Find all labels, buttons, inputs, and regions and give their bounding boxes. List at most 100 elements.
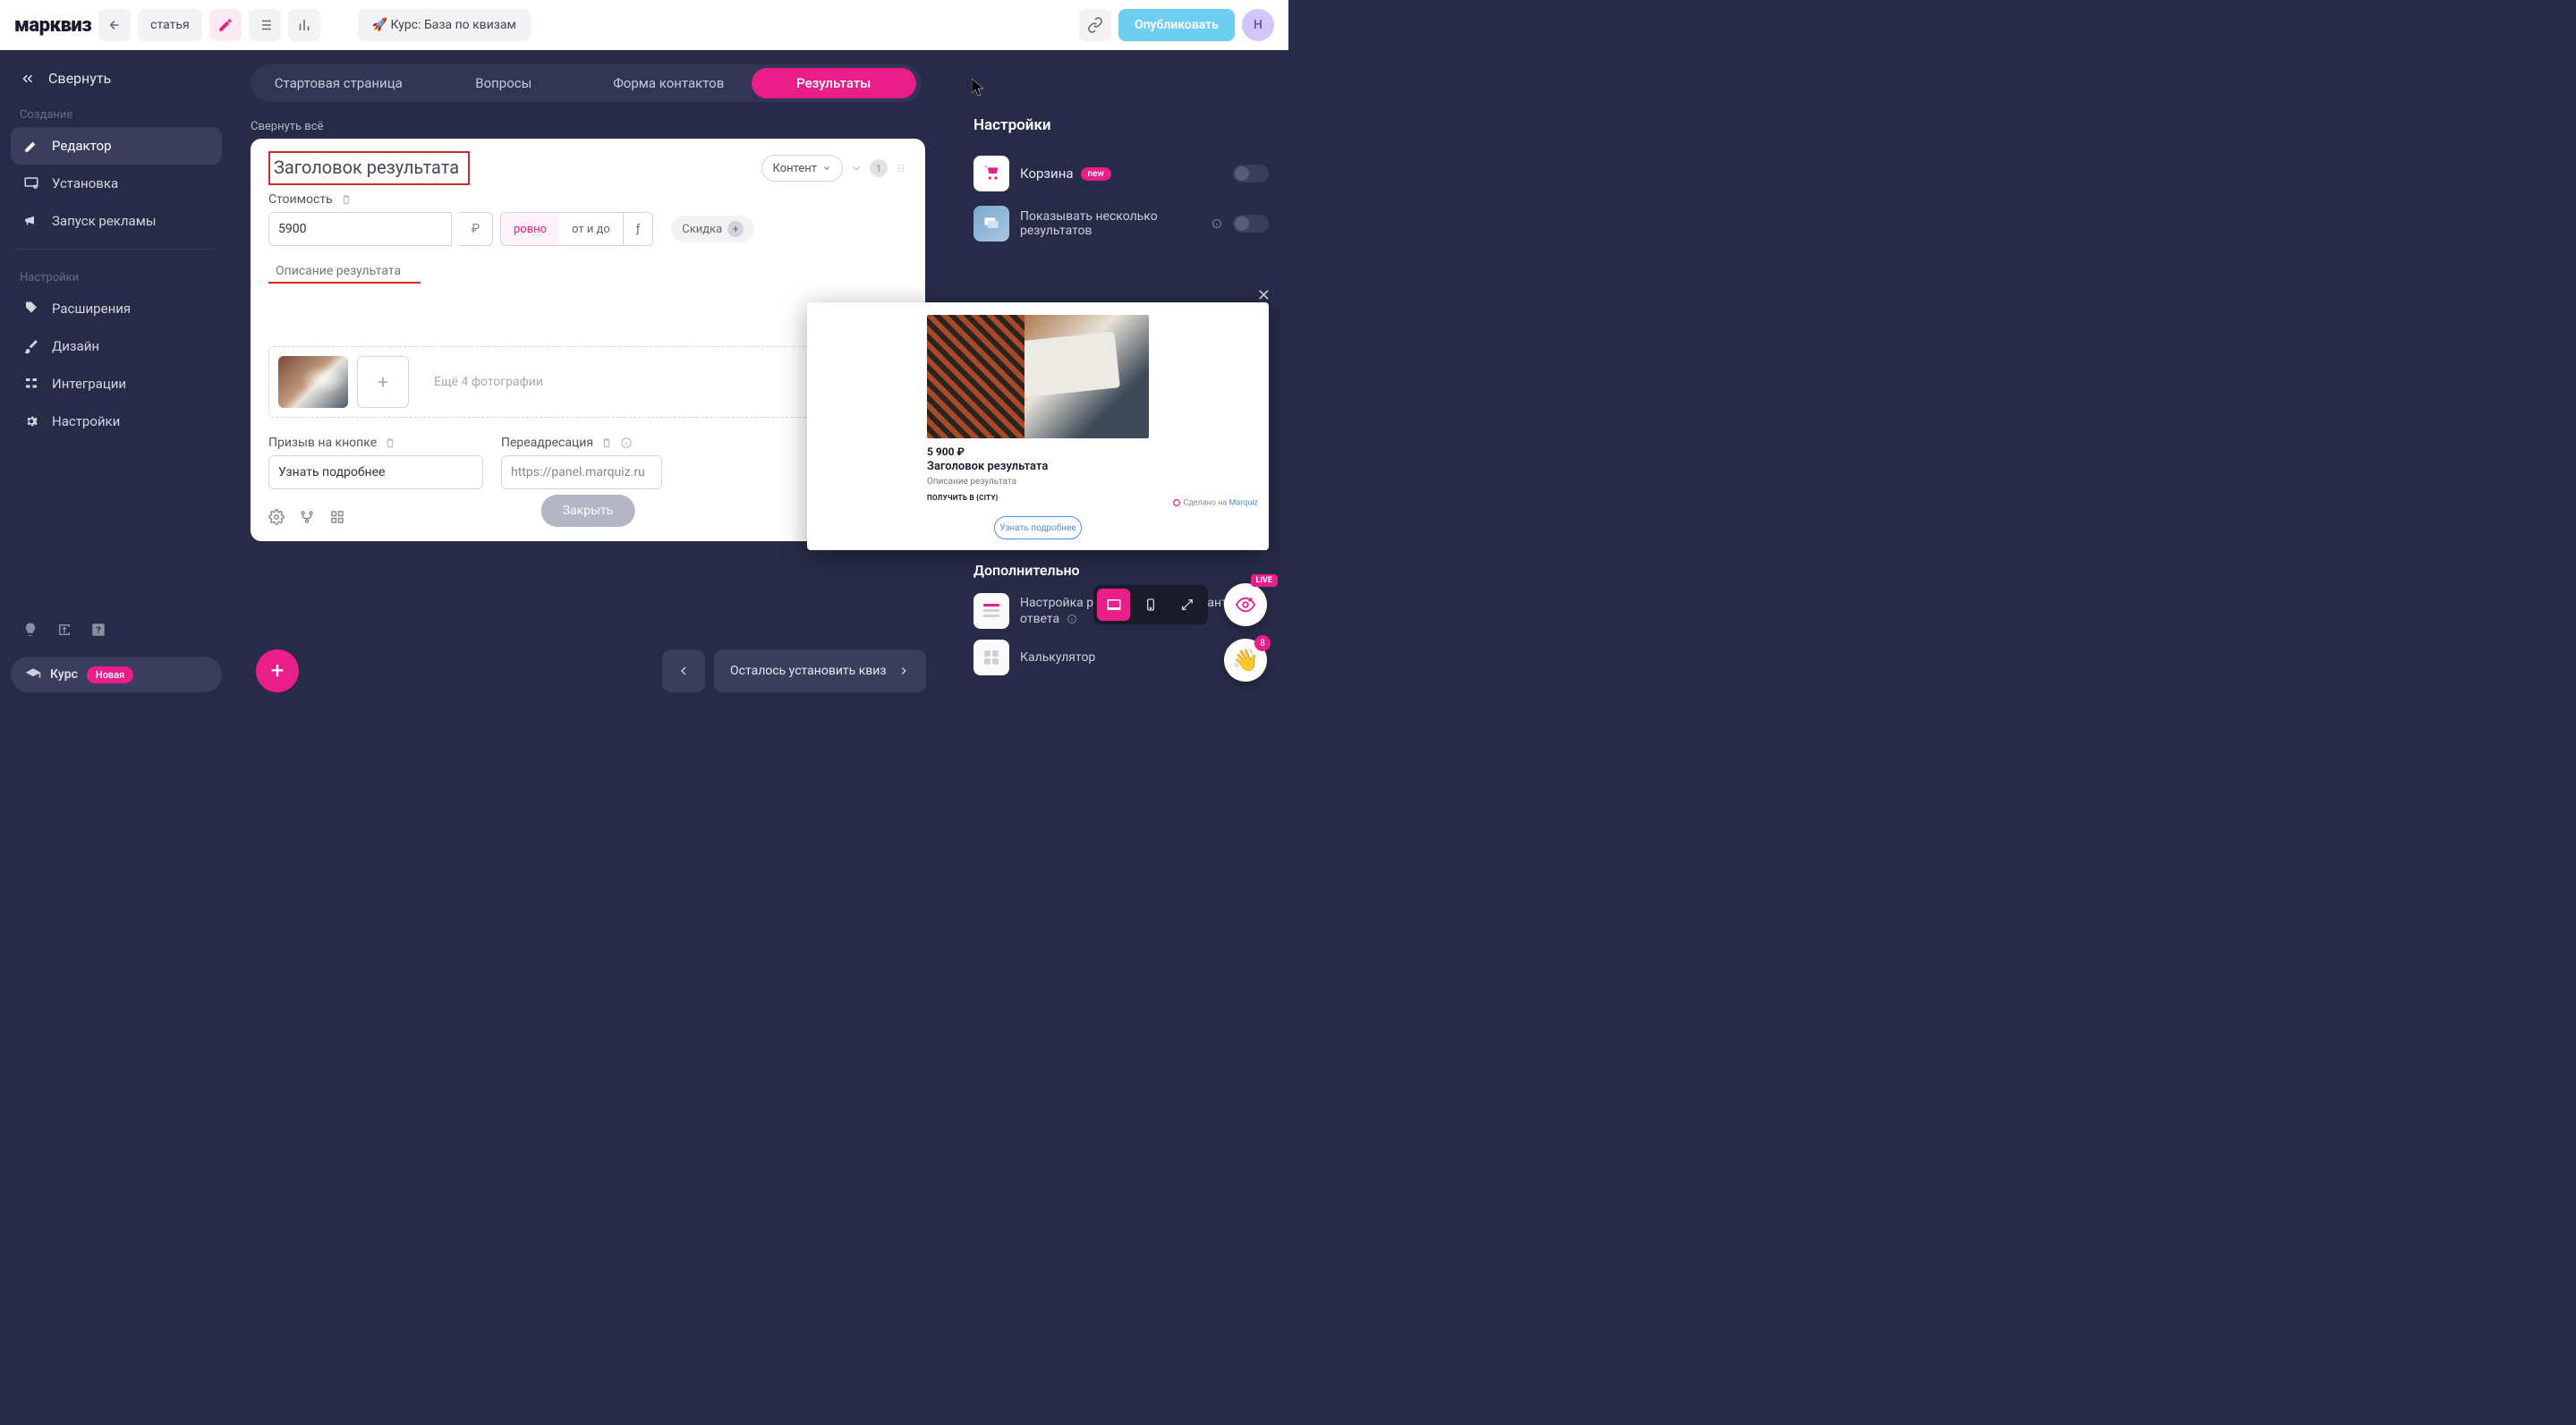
tabs: Стартовая страница Вопросы Форма контакт…: [251, 64, 922, 102]
trash-icon[interactable]: [340, 193, 353, 206]
nav-prev[interactable]: [662, 649, 705, 692]
thumbnail-1[interactable]: [278, 356, 348, 408]
sidebar-item-editor[interactable]: Редактор: [11, 127, 222, 165]
tab-results[interactable]: Результаты: [752, 68, 917, 98]
edit-button[interactable]: [209, 9, 242, 41]
tab-questions[interactable]: Вопросы: [421, 68, 587, 98]
tab-contact-form[interactable]: Форма контактов: [586, 68, 752, 98]
sidebar-course-button[interactable]: Курс Новая: [11, 657, 222, 692]
puzzle-icon: [23, 376, 39, 392]
chevron-down-small-icon[interactable]: [850, 162, 863, 174]
brush-icon: [23, 338, 39, 354]
article-chip[interactable]: статья: [138, 9, 201, 41]
calculator-icon: [973, 640, 1009, 675]
device-switcher: [1093, 585, 1208, 624]
sidebar-item-design[interactable]: Дизайн: [11, 327, 222, 365]
sidebar-section-settings: Настройки: [11, 259, 222, 290]
additional-title: Дополнительно: [973, 562, 1269, 579]
cta-input[interactable]: [268, 455, 483, 489]
redirect-label: Переадресация: [501, 436, 593, 450]
cursor-icon: [972, 79, 986, 97]
sidebar: Свернуть Создание Редактор Установка Зап…: [0, 50, 233, 703]
segment-formula[interactable]: ƒ: [623, 213, 652, 245]
preview-brand-link[interactable]: Marquiz: [1229, 498, 1258, 507]
result-title[interactable]: Заголовок результата: [274, 157, 459, 178]
chevron-right-icon: [897, 665, 910, 677]
trash-icon[interactable]: [600, 437, 613, 449]
cart-toggle[interactable]: [1233, 165, 1269, 182]
device-mobile[interactable]: [1134, 589, 1167, 621]
content-dropdown[interactable]: Контент: [761, 155, 843, 182]
answers-icon: [973, 593, 1009, 629]
link-button[interactable]: [1079, 9, 1111, 41]
cart-label: Корзина: [1020, 165, 1074, 182]
sidebar-item-settings[interactable]: Настройки: [11, 403, 222, 440]
price-mode-segment: ровно от и до ƒ: [500, 212, 653, 246]
preview-cta-small: ПОЛУЧИТЬ В {CITY}: [927, 494, 1149, 502]
segment-exact[interactable]: ровно: [501, 213, 559, 245]
sidebar-item-label: Установка: [52, 175, 118, 191]
sidebar-item-install[interactable]: Установка: [11, 165, 222, 202]
preview-cta-button[interactable]: Узнать подробнее: [994, 516, 1082, 539]
publish-button[interactable]: Опубликовать: [1118, 9, 1235, 41]
back-button[interactable]: [98, 9, 131, 41]
order-badge: 1: [870, 159, 888, 177]
arrow-left-icon: [106, 17, 123, 33]
sidebar-item-integrations[interactable]: Интеграции: [11, 365, 222, 403]
content-dropdown-label: Контент: [773, 162, 817, 175]
sidebar-item-label: Настройки: [52, 413, 120, 429]
sidebar-item-ads[interactable]: Запуск рекламы: [11, 202, 222, 240]
megaphone-icon: [23, 213, 39, 229]
result-title-highlight: Заголовок результата: [268, 151, 470, 185]
graduation-icon: [25, 666, 41, 683]
list-button[interactable]: [249, 9, 281, 41]
redirect-input[interactable]: [501, 455, 662, 489]
wave-count: 8: [1254, 635, 1271, 651]
preview-price: 5 900 ₽: [927, 445, 1149, 458]
add-thumbnail[interactable]: +: [357, 356, 409, 408]
sidebar-item-extensions[interactable]: Расширения: [11, 290, 222, 327]
tab-start-page[interactable]: Стартовая страница: [256, 68, 421, 98]
grid-icon[interactable]: [329, 509, 345, 525]
device-desktop[interactable]: [1097, 589, 1130, 621]
upload-icon[interactable]: [54, 619, 75, 640]
price-input[interactable]: [268, 212, 452, 246]
multi-toggle[interactable]: [1233, 215, 1269, 233]
info-icon[interactable]: [1211, 217, 1222, 230]
wave-icon: 👋: [1232, 648, 1259, 673]
preview-fab[interactable]: LIVE: [1224, 583, 1267, 626]
gear-icon[interactable]: [268, 509, 285, 525]
segment-range[interactable]: от и до: [559, 213, 623, 245]
trash-icon[interactable]: [384, 437, 396, 449]
discount-button[interactable]: Скидка +: [671, 216, 754, 242]
info-icon[interactable]: [620, 437, 633, 449]
preview-popover: ✕ 5 900 ₽ Заголовок результата Описание …: [807, 302, 1269, 550]
branch-icon[interactable]: [299, 509, 315, 525]
device-fullscreen[interactable]: [1171, 589, 1204, 621]
stats-button[interactable]: [288, 9, 320, 41]
tip-icon[interactable]: [20, 619, 41, 640]
course-chip[interactable]: 🚀 Курс: База по квизам: [358, 9, 531, 41]
live-badge: LIVE: [1251, 574, 1278, 587]
preview-description: Описание результата: [927, 477, 1149, 487]
tag-icon: [23, 301, 39, 317]
nav-status-label: Осталось установить квиз: [730, 664, 887, 678]
description-input[interactable]: [268, 259, 421, 284]
nav-status[interactable]: Осталось установить квиз: [714, 649, 926, 692]
sidebar-item-label: Расширения: [52, 301, 131, 317]
user-avatar[interactable]: Н: [1242, 9, 1274, 41]
pencil-icon: [217, 17, 234, 33]
sidebar-collapse[interactable]: Свернуть: [11, 61, 222, 96]
multi-results-label: Показывать несколько результатов: [1020, 209, 1204, 238]
preview-close[interactable]: ✕: [1257, 286, 1271, 305]
stack-icon: [973, 206, 1009, 242]
wave-fab[interactable]: 👋 8: [1224, 639, 1267, 682]
close-button[interactable]: Закрыть: [541, 495, 635, 527]
additional-calculator-label: Калькулятор: [1020, 650, 1095, 665]
add-fab[interactable]: +: [256, 649, 299, 692]
help-icon[interactable]: ?: [88, 619, 109, 640]
drag-handle-icon[interactable]: [895, 162, 907, 174]
sidebar-item-label: Редактор: [52, 138, 112, 154]
divider: [16, 249, 217, 250]
list-icon: [257, 17, 273, 33]
